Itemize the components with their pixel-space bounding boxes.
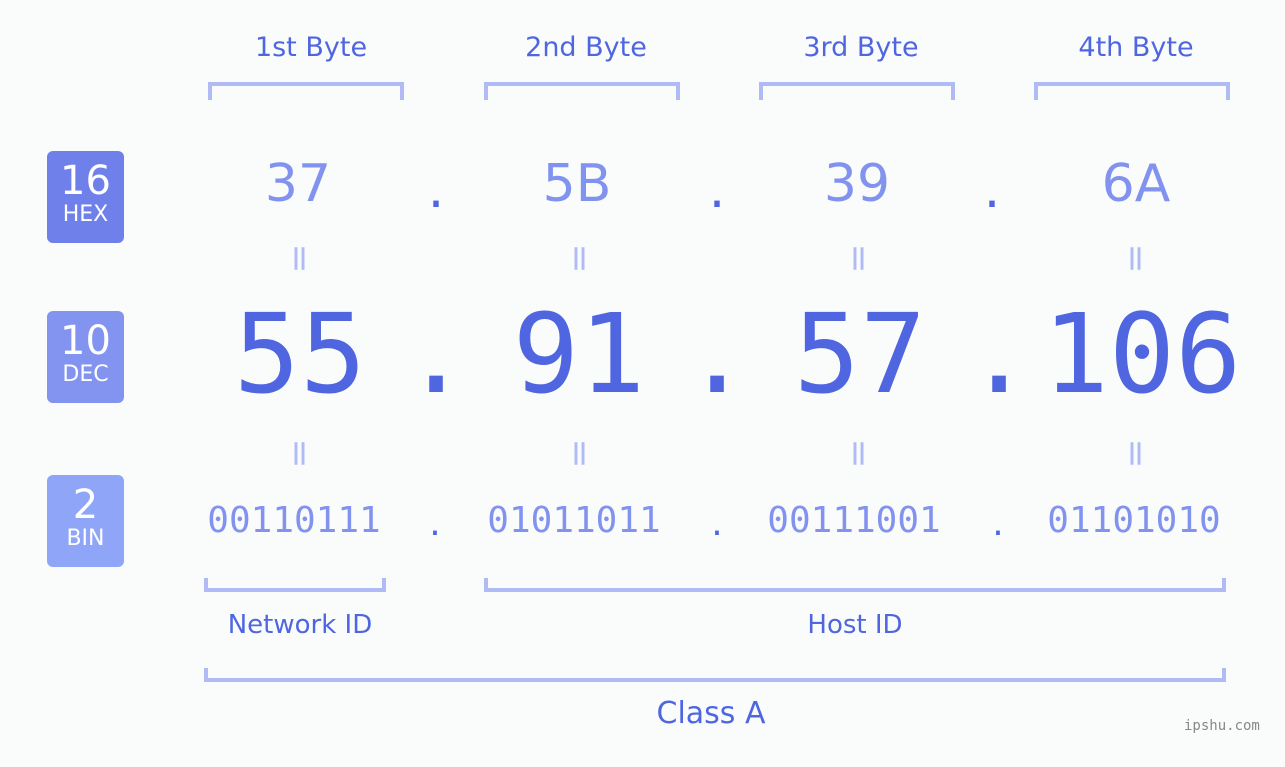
equals-1-2: = xyxy=(559,243,601,274)
hex-byte-2: 5B xyxy=(542,154,612,214)
byte-1-bracket xyxy=(208,82,404,100)
header-byte-1: 1st Byte xyxy=(254,32,368,63)
bin-byte-3: 00111001 xyxy=(767,500,941,541)
bin-base: 2 xyxy=(72,482,99,528)
host-id-label: Host ID xyxy=(807,610,903,640)
hex-byte-4: 6A xyxy=(1101,154,1171,214)
dec-base: 10 xyxy=(60,318,111,364)
hex-dot-2: . xyxy=(708,160,726,220)
hex-dot-3: . xyxy=(983,160,1001,220)
dec-dot-1: . xyxy=(403,290,470,418)
equals-2-1: = xyxy=(279,438,321,469)
bin-dot-1: . xyxy=(429,503,441,544)
hex-byte-3: 39 xyxy=(823,154,891,214)
dec-dot-3: . xyxy=(966,290,1033,418)
bin-badge: 2 BIN xyxy=(47,475,124,567)
hex-label: HEX xyxy=(62,202,109,227)
dec-byte-2: 91 xyxy=(512,290,646,418)
dec-byte-1: 55 xyxy=(233,290,367,418)
hex-byte-1: 37 xyxy=(264,154,332,214)
byte-2-bracket xyxy=(484,82,680,100)
dec-byte-4: 106 xyxy=(1042,290,1242,418)
dec-dot-2: . xyxy=(684,290,751,418)
network-id-label: Network ID xyxy=(227,610,373,640)
equals-1-1: = xyxy=(279,243,321,274)
dec-byte-3: 57 xyxy=(793,290,927,418)
dec-badge: 10 DEC xyxy=(47,311,124,403)
bin-dot-2: . xyxy=(711,503,723,544)
byte-4-bracket xyxy=(1034,82,1230,100)
bin-byte-2: 01011011 xyxy=(487,500,661,541)
header-byte-2: 2nd Byte xyxy=(525,32,647,63)
bin-dot-3: . xyxy=(992,503,1004,544)
class-label: Class A xyxy=(656,696,766,731)
header-byte-3: 3rd Byte xyxy=(803,32,919,63)
byte-3-bracket xyxy=(759,82,955,100)
hex-badge: 16 HEX xyxy=(47,151,124,243)
header-byte-4: 4th Byte xyxy=(1078,32,1194,63)
class-bracket xyxy=(204,668,1226,682)
bin-byte-4: 01101010 xyxy=(1047,500,1221,541)
dec-label: DEC xyxy=(62,362,109,387)
watermark: ipshu.com xyxy=(1184,718,1260,734)
hex-dot-1: . xyxy=(427,160,445,220)
bin-byte-1: 00110111 xyxy=(207,500,381,541)
equals-2-2: = xyxy=(559,438,601,469)
equals-1-4: = xyxy=(1115,243,1157,274)
network-id-bracket xyxy=(204,578,386,592)
bin-label: BIN xyxy=(66,526,105,551)
hex-base: 16 xyxy=(60,158,111,204)
equals-2-4: = xyxy=(1115,438,1157,469)
equals-2-3: = xyxy=(838,438,880,469)
host-id-bracket xyxy=(484,578,1226,592)
equals-1-3: = xyxy=(838,243,880,274)
